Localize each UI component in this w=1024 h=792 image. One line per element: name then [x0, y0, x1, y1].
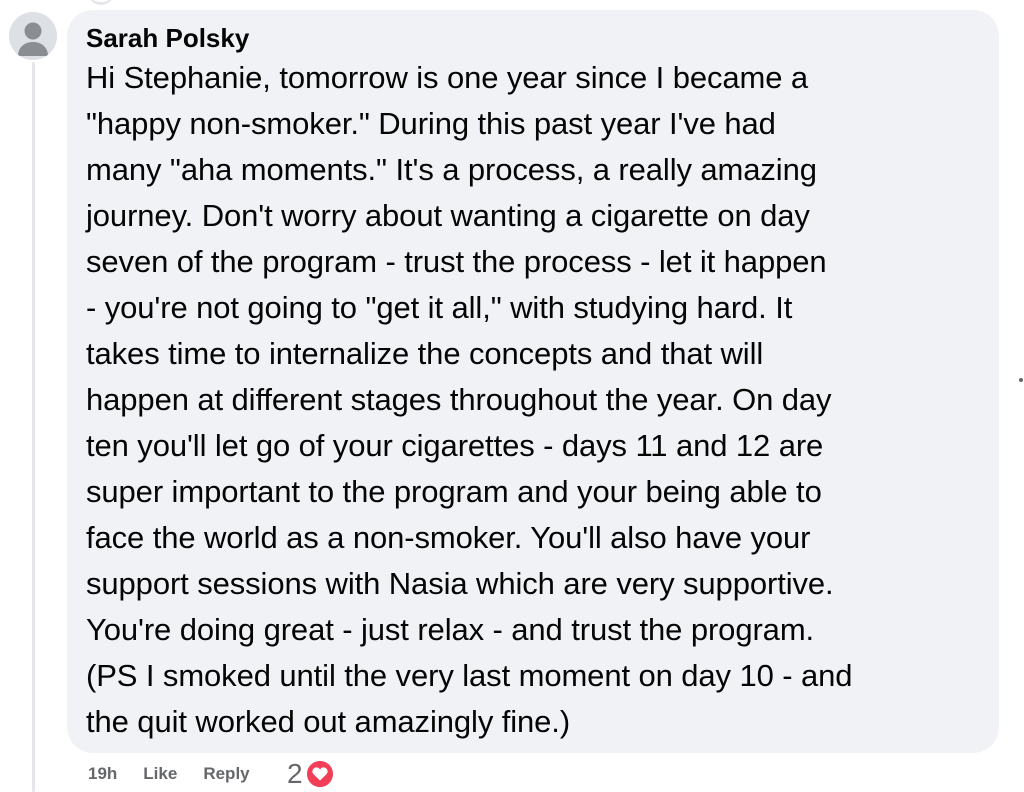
comment-line: many "aha moments." It's a process, a re…: [86, 152, 817, 187]
reaction-count: 2: [287, 758, 303, 789]
comment-line: You're doing great - just relax - and tr…: [86, 612, 815, 647]
comment-author[interactable]: Sarah Polsky: [86, 22, 979, 54]
reply-button[interactable]: Reply: [203, 764, 249, 784]
comment-line: - you're not going to "get it all," with…: [86, 290, 793, 325]
avatar[interactable]: [9, 12, 57, 60]
comment-line: support sessions with Nasia which are ve…: [86, 566, 834, 601]
comment-text: Hi Stephanie, tomorrow is one year since…: [86, 55, 979, 745]
default-user-icon: [9, 12, 57, 60]
comment-line: ten you'll let go of your cigarettes - d…: [86, 428, 824, 463]
heart-icon: [304, 759, 335, 789]
more-options-dot[interactable]: [1019, 378, 1023, 382]
timestamp-link[interactable]: 19h: [88, 764, 117, 784]
comment-actions: 19h Like Reply: [88, 758, 250, 790]
comment-line: super important to the program and your …: [86, 474, 822, 509]
comment-line: Hi Stephanie, tomorrow is one year since…: [86, 60, 809, 95]
comment-bubble: Sarah Polsky Hi Stephanie, tomorrow is o…: [67, 10, 999, 753]
comment-line: takes time to internalize the concepts a…: [86, 336, 764, 371]
comment-line: happen at different stages throughout th…: [86, 382, 832, 417]
thread-line: [32, 62, 35, 792]
comment-line: journey. Don't worry about wanting a cig…: [86, 198, 810, 233]
thread-connector: [88, 0, 114, 5]
comment-line: face the world as a non-smoker. You'll a…: [86, 520, 811, 555]
comment-line: "happy non-smoker." During this past yea…: [86, 106, 776, 141]
comment-line: the quit worked out amazingly fine.): [86, 704, 571, 739]
like-button[interactable]: Like: [143, 764, 177, 784]
comment-line: seven of the program - trust the process…: [86, 244, 827, 279]
comment-line: (PS I smoked until the very last moment …: [86, 658, 853, 693]
reaction-summary[interactable]: 2: [287, 757, 335, 791]
